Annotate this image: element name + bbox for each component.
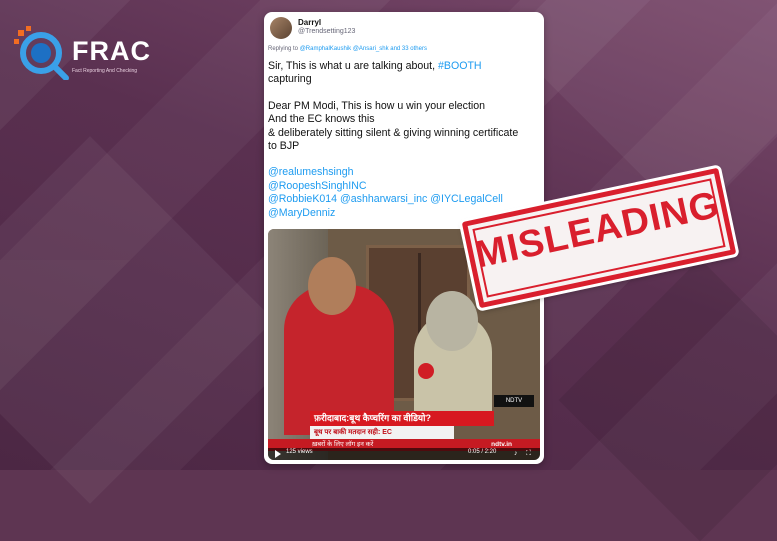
video-reporter-head bbox=[308, 257, 356, 315]
tweet-line: Sir, This is what u are talking about, bbox=[268, 60, 436, 72]
logo-text: FRAC bbox=[72, 36, 151, 66]
mention-link[interactable]: @RobbieK014 @ashharwarsi_inc @IYCLegalCe… bbox=[268, 193, 503, 205]
tweet-line: Dear PM Modi, This is how u win your ele… bbox=[268, 99, 486, 112]
mention-link[interactable]: @realumeshsingh bbox=[268, 166, 354, 178]
tweet-text: Sir, This is what u are talking about, #… bbox=[268, 60, 540, 233]
logo-magnifier-icon bbox=[14, 26, 69, 80]
mention-link[interactable]: @MaryDenniz bbox=[268, 207, 335, 219]
mention-link[interactable]: @RoopeshSinghINC bbox=[268, 180, 367, 192]
replying-users-link[interactable]: @RamphalKaushik @Ansari_shk and 33 other… bbox=[300, 46, 427, 52]
user-handle[interactable]: @Trendsetting123 bbox=[298, 28, 355, 35]
tweet-line: & deliberately sitting silent & giving w… bbox=[268, 126, 519, 139]
video-time: 0:05 / 2:20 bbox=[468, 449, 497, 455]
video-headline: फ़रीदाबाद:बूथ कैप्चरिंग का वीडियो? bbox=[310, 411, 494, 426]
user-name[interactable]: Darryl bbox=[298, 18, 321, 27]
play-icon[interactable] bbox=[275, 450, 281, 458]
video-controls: 125 views 0:05 / 2:20 ♪ ⛶ bbox=[268, 448, 540, 460]
video-woman-head bbox=[426, 291, 478, 351]
avatar[interactable] bbox=[270, 17, 292, 39]
video-subline: बूथ पर बाकी मतदान सही: EC bbox=[310, 426, 454, 439]
brand-logo: FRAC Fact Reporting And Checking bbox=[14, 26, 150, 80]
video-ticker-text: ख़बरों के लिए लॉग इन करें bbox=[312, 441, 374, 448]
fullscreen-icon[interactable]: ⛶ bbox=[526, 450, 531, 458]
logo-tagline: Fact Reporting And Checking bbox=[72, 68, 138, 74]
channel-logo: NDTV bbox=[494, 395, 534, 407]
hashtag-link[interactable]: #BOOTH bbox=[438, 60, 482, 72]
replying-prefix: Replying to bbox=[268, 46, 299, 52]
view-count: 125 views bbox=[286, 449, 313, 455]
tweet-line: And the EC knows this bbox=[268, 113, 375, 126]
replying-to: Replying to @RamphalKaushik @Ansari_shk … bbox=[268, 46, 427, 52]
microphone-icon bbox=[418, 363, 434, 379]
tweet-line: capturing bbox=[268, 73, 312, 86]
volume-icon[interactable]: ♪ bbox=[514, 450, 518, 457]
tweet-line: to BJP bbox=[268, 140, 300, 153]
